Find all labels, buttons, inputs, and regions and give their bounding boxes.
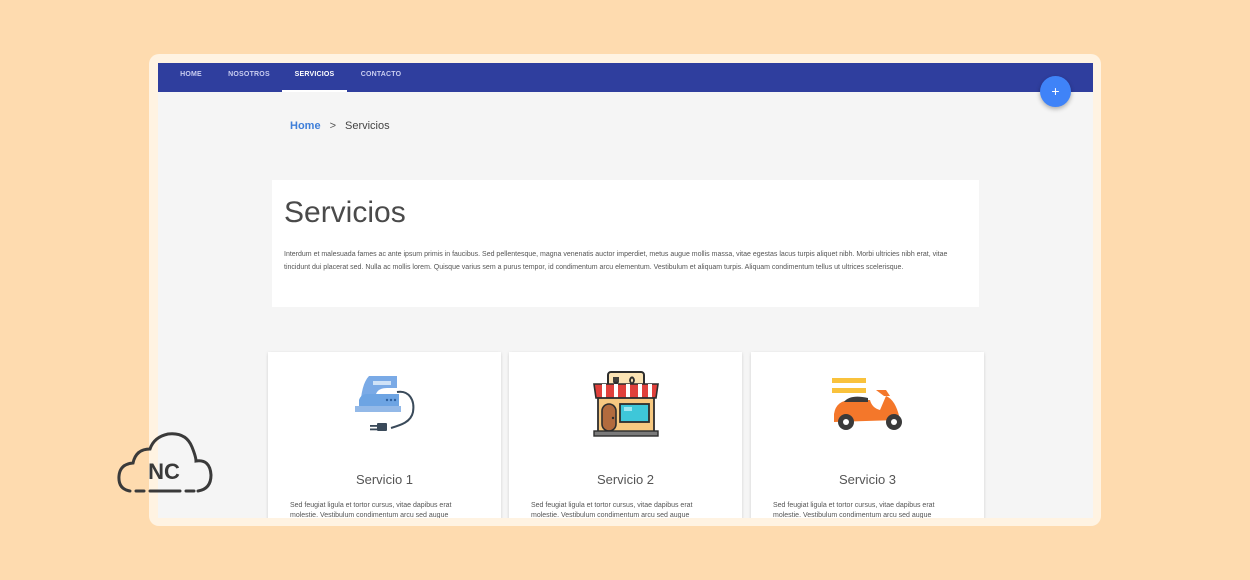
service-card-2[interactable]: Servicio 2 Sed feugiat ligula et tortor … [509,352,742,518]
delivery-scooter-icon [832,378,902,430]
nc-cloud-logo: NC [117,432,213,493]
intro-paragraph: Interdum et malesuada fames ac ante ipsu… [284,251,948,271]
navbar: HOME NOSOTROS SERVICIOS CONTACTO [158,63,1093,92]
intro-card: Servicios Interdum et malesuada fames ac… [272,180,979,307]
breadcrumb-home-link[interactable]: Home [290,120,321,132]
nav-nosotros[interactable]: NOSOTROS [222,63,276,92]
store-icon [593,371,659,437]
nav-servicios[interactable]: SERVICIOS [282,63,347,92]
nav-contacto[interactable]: CONTACTO [354,63,408,92]
logo-text: NC [148,459,180,484]
service-title: Servicio 3 [838,472,897,487]
service-card-3[interactable]: Servicio 3 Sed feugiat ligula et tortor … [751,352,984,518]
iron-icon [355,376,415,431]
website-screen: HOME NOSOTROS SERVICIOS CONTACTO + Home >… [158,63,1093,518]
nav-home[interactable]: HOME [170,63,212,92]
service-description: Sed feugiat ligula et tortor cursus, vit… [773,502,935,518]
breadcrumb-separator: > [329,120,336,132]
service-description: Sed feugiat ligula et tortor cursus, vit… [290,502,452,518]
service-title: Servicio 1 [355,472,414,487]
service-description: Sed feugiat ligula et tortor cursus, vit… [531,502,693,518]
page-title: Servicios [284,196,406,229]
breadcrumb-current: Servicios [345,120,390,132]
add-fab-button[interactable]: + [1040,76,1071,107]
breadcrumb: Home > Servicios [290,120,390,132]
service-card-1[interactable]: Servicio 1 Sed feugiat ligula et tortor … [268,352,501,518]
service-title: Servicio 2 [596,472,655,487]
